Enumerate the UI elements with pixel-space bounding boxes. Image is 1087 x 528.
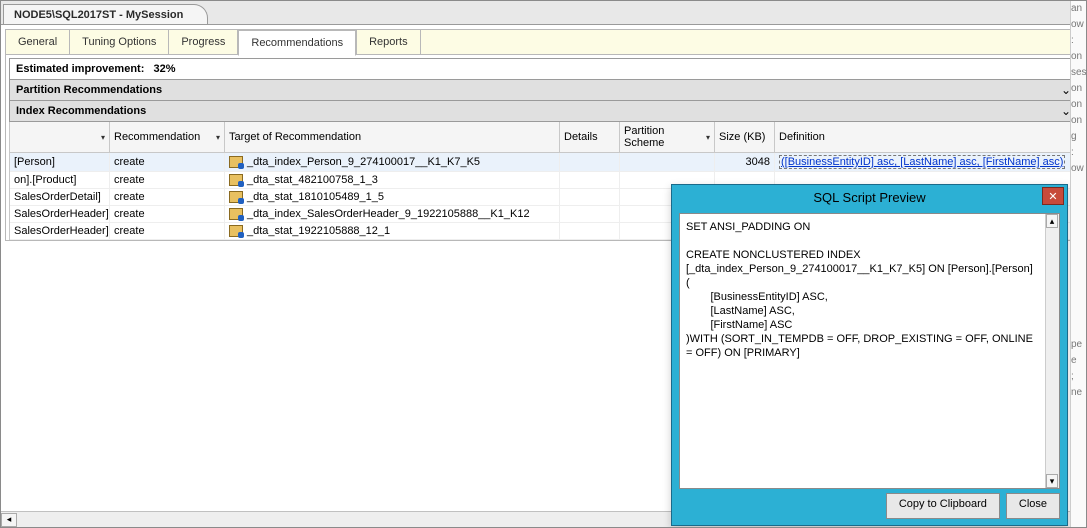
dropdown-icon: ▾	[216, 133, 220, 142]
scroll-up-icon[interactable]: ▴	[1046, 214, 1058, 228]
cell-object: [Person]	[10, 153, 110, 172]
stat-icon	[229, 191, 243, 203]
dropdown-icon: ▾	[706, 133, 710, 142]
cell-target: _dta_stat_1810105489_1_5	[225, 189, 560, 206]
cell-object: SalesOrderHeader]	[10, 223, 110, 240]
col-target[interactable]: Target of Recommendation	[225, 122, 560, 153]
col-definition[interactable]: Definition	[775, 122, 1078, 153]
cell-target: _dta_stat_1922105888_12_1	[225, 223, 560, 240]
cell-recommendation: create	[110, 189, 225, 206]
stat-icon	[229, 225, 243, 237]
tab-tuning-options[interactable]: Tuning Options	[70, 30, 169, 54]
dialog-titlebar[interactable]: SQL Script Preview ✕	[672, 185, 1067, 209]
cell-object: SalesOrderHeader]	[10, 206, 110, 223]
index-recommendations-header[interactable]: Index Recommendations ⌄	[9, 101, 1078, 122]
stat-icon	[229, 174, 243, 186]
index-recommendations-label: Index Recommendations	[16, 105, 146, 117]
dialog-footer: Copy to Clipboard Close	[679, 493, 1060, 519]
tab-recommendations[interactable]: Recommendations	[238, 30, 356, 56]
vertical-scrollbar[interactable]: ▴ ▾	[1045, 214, 1059, 488]
sql-script-textarea[interactable]	[684, 218, 1041, 484]
close-dialog-button[interactable]: Close	[1006, 493, 1060, 519]
copy-to-clipboard-button[interactable]: Copy to Clipboard	[886, 493, 1000, 519]
index-icon	[229, 208, 243, 220]
table-row[interactable]: [Person] create _dta_index_Person_9_2741…	[10, 153, 1078, 172]
estimated-improvement-value: 32%	[154, 63, 176, 75]
cell-recommendation: create	[110, 206, 225, 223]
scroll-down-icon[interactable]: ▾	[1046, 474, 1058, 488]
close-button[interactable]: ✕	[1042, 187, 1064, 205]
definition-link[interactable]: ([BusinessEntityID] asc, [LastName] asc,…	[779, 155, 1065, 169]
grid-header: ▾ Recommendation▾ Target of Recommendati…	[10, 122, 1078, 153]
sql-script-preview-dialog: SQL Script Preview ✕ ▴ ▾ Copy to Clipboa…	[671, 184, 1068, 526]
partition-recommendations-label: Partition Recommendations	[16, 84, 162, 96]
cell-object: on].[Product]	[10, 172, 110, 189]
dropdown-icon: ▾	[101, 133, 105, 142]
dialog-body: ▴ ▾	[679, 213, 1060, 489]
dialog-title: SQL Script Preview	[813, 190, 925, 205]
session-tab[interactable]: NODE5\SQL2017ST - MySession	[3, 4, 208, 24]
cell-target: _dta_index_SalesOrderHeader_9_1922105888…	[225, 206, 560, 223]
col-partition-scheme[interactable]: Partition Scheme▾	[620, 122, 715, 153]
estimated-improvement: Estimated improvement: 32%	[9, 58, 1078, 80]
estimated-improvement-label: Estimated improvement:	[16, 63, 144, 75]
page-tabs: General Tuning Options Progress Recommen…	[5, 29, 1082, 55]
partition-recommendations-header[interactable]: Partition Recommendations ⌄	[9, 80, 1078, 101]
cell-partition	[620, 153, 715, 172]
col-object[interactable]: ▾	[10, 122, 110, 153]
tab-progress[interactable]: Progress	[169, 30, 238, 54]
col-size[interactable]: Size (KB)	[715, 122, 775, 153]
cell-recommendation: create	[110, 172, 225, 189]
col-recommendation[interactable]: Recommendation▾	[110, 122, 225, 153]
scroll-left-icon[interactable]: ◂	[1, 513, 17, 527]
session-tabbar: NODE5\SQL2017ST - MySession	[1, 1, 1086, 25]
cell-object: SalesOrderDetail]	[10, 189, 110, 206]
cell-details	[560, 153, 620, 172]
cell-recommendation: create	[110, 153, 225, 172]
cell-size: 3048	[715, 153, 775, 172]
cell-target: _dta_stat_482100758_1_3	[225, 172, 560, 189]
background-text-gutter: an ow : on ses on on on g : ow pe e ; ne	[1070, 1, 1086, 527]
col-details[interactable]: Details	[560, 122, 620, 153]
tab-general[interactable]: General	[6, 30, 70, 54]
app-window: NODE5\SQL2017ST - MySession General Tuni…	[0, 0, 1087, 528]
index-icon	[229, 156, 243, 168]
tab-reports[interactable]: Reports	[356, 30, 421, 54]
cell-recommendation: create	[110, 223, 225, 240]
cell-target: _dta_index_Person_9_274100017__K1_K7_K5	[225, 153, 560, 172]
cell-definition: ([BusinessEntityID] asc, [LastName] asc,…	[775, 153, 1078, 172]
